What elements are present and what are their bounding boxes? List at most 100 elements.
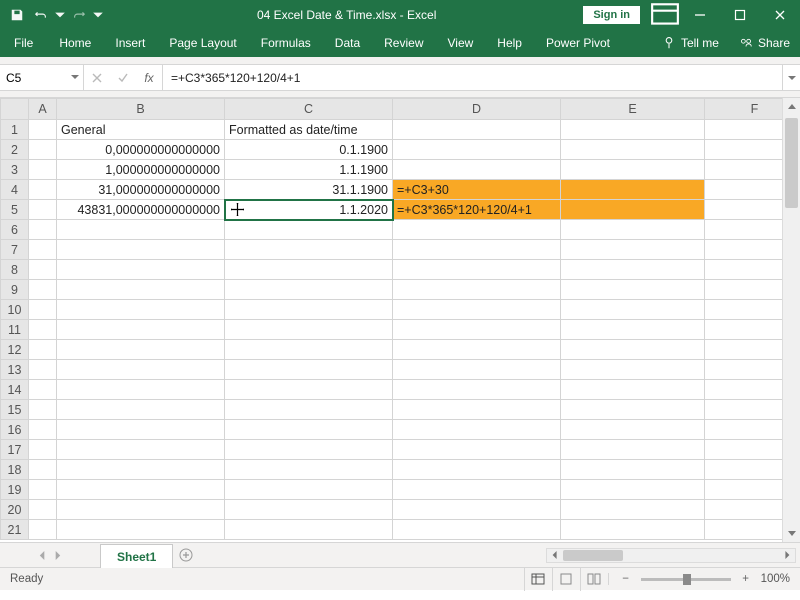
cell[interactable] [561,320,705,340]
cell[interactable] [561,460,705,480]
cell[interactable] [705,180,783,200]
zoom-in-button[interactable]: + [739,573,753,585]
tell-me-button[interactable]: Tell me [652,29,729,57]
cell[interactable] [561,400,705,420]
cell[interactable] [57,380,225,400]
cell[interactable] [225,320,393,340]
active-cell[interactable]: 1.1.2020 [225,200,393,220]
cell[interactable] [225,240,393,260]
cell[interactable] [57,360,225,380]
tab-insert[interactable]: Insert [103,29,157,57]
row-header[interactable]: 3 [1,160,29,180]
cell[interactable] [29,360,57,380]
tab-home[interactable]: Home [47,29,103,57]
row-header[interactable]: 5 [1,200,29,220]
cell[interactable] [561,120,705,140]
tab-file[interactable]: File [0,29,47,57]
cell[interactable] [561,500,705,520]
cell[interactable] [561,260,705,280]
formula-expand-button[interactable] [782,65,800,90]
cell[interactable] [225,300,393,320]
cell[interactable] [225,420,393,440]
col-header-F[interactable]: F [705,99,783,120]
cell[interactable] [393,300,561,320]
cell[interactable] [705,280,783,300]
zoom-out-button[interactable]: − [619,573,633,585]
sheet-nav-buttons[interactable] [0,543,100,567]
row-header[interactable]: 13 [1,360,29,380]
cell[interactable]: 0.1.1900 [225,140,393,160]
cell[interactable] [393,160,561,180]
cell[interactable] [225,460,393,480]
page-break-view-button[interactable] [580,568,608,591]
row-header[interactable]: 18 [1,460,29,480]
cell[interactable] [225,340,393,360]
col-header-E[interactable]: E [561,99,705,120]
cell[interactable] [225,480,393,500]
maximize-button[interactable] [720,0,760,29]
cell[interactable] [57,340,225,360]
cell[interactable] [57,280,225,300]
tab-formulas[interactable]: Formulas [249,29,323,57]
col-header-D[interactable]: D [393,99,561,120]
cell[interactable] [705,120,783,140]
cell[interactable] [57,500,225,520]
cell[interactable] [705,260,783,280]
row-header[interactable]: 20 [1,500,29,520]
cell[interactable] [393,340,561,360]
cell[interactable]: General [57,120,225,140]
cell[interactable]: =+C3*365*120+120/4+1 [393,200,561,220]
cell[interactable] [561,180,705,200]
cell[interactable] [29,200,57,220]
cell[interactable] [57,220,225,240]
tab-power-pivot[interactable]: Power Pivot [534,29,622,57]
row-header[interactable]: 16 [1,420,29,440]
page-layout-view-button[interactable] [552,568,580,591]
row-header[interactable]: 1 [1,120,29,140]
scroll-up-button[interactable] [783,98,800,116]
cell[interactable] [29,380,57,400]
row-header[interactable]: 12 [1,340,29,360]
cell[interactable] [705,400,783,420]
cell[interactable] [705,480,783,500]
cell[interactable] [393,500,561,520]
cell[interactable] [57,440,225,460]
cell[interactable] [29,400,57,420]
cell[interactable] [705,240,783,260]
zoom-slider[interactable] [641,578,731,581]
cell[interactable] [705,340,783,360]
cell[interactable]: =+C3+30 [393,180,561,200]
zoom-level[interactable]: 100% [761,573,790,585]
cell[interactable] [561,300,705,320]
cell[interactable] [393,280,561,300]
cell[interactable] [393,400,561,420]
cell[interactable]: 43831,000000000000000 [57,200,225,220]
cell[interactable] [561,480,705,500]
row-header[interactable]: 9 [1,280,29,300]
cell[interactable] [561,380,705,400]
col-header-C[interactable]: C [225,99,393,120]
minimize-button[interactable] [680,0,720,29]
cell[interactable] [393,380,561,400]
tab-help[interactable]: Help [485,29,534,57]
cell[interactable] [705,160,783,180]
cell[interactable] [225,440,393,460]
col-header-B[interactable]: B [57,99,225,120]
vertical-scrollbar[interactable] [782,98,800,542]
row-header[interactable]: 4 [1,180,29,200]
cell[interactable] [393,480,561,500]
cell[interactable] [705,320,783,340]
name-box-dropdown-icon[interactable] [70,71,80,85]
cell[interactable] [393,520,561,540]
cell[interactable] [29,320,57,340]
cell[interactable]: 1.1.1900 [225,160,393,180]
enter-formula-button[interactable] [110,65,136,90]
cell[interactable] [561,520,705,540]
cell[interactable] [57,400,225,420]
cell[interactable] [393,240,561,260]
row-header[interactable]: 7 [1,240,29,260]
cell[interactable] [29,220,57,240]
sign-in-button[interactable]: Sign in [583,6,640,24]
cell[interactable] [561,140,705,160]
cell[interactable] [29,140,57,160]
